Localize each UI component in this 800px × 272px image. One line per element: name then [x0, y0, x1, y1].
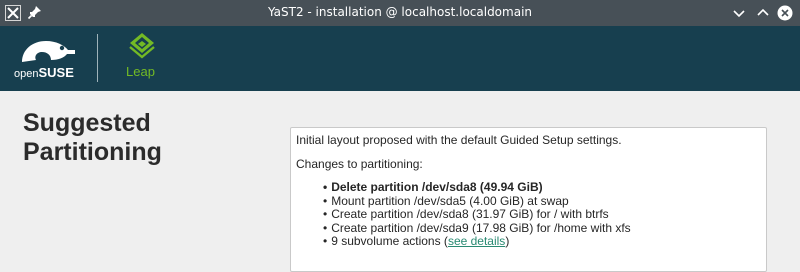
opensuse-name: SUSE — [38, 65, 74, 80]
changes-heading: Changes to partitioning: — [296, 157, 423, 171]
page-title-line2: Partitioning — [23, 138, 162, 166]
window-title: YaST2 - installation @ localhost.localdo… — [267, 5, 533, 19]
subvolume-text: 9 subvolume actions ( — [331, 234, 448, 248]
partitioning-summary: Initial layout proposed with the default… — [290, 127, 767, 272]
opensuse-logo: openSUSE — [14, 36, 84, 82]
leap-logo: Leap — [118, 32, 164, 84]
list-item: Delete partition /dev/sda8 (49.94 GiB) — [323, 180, 766, 195]
changes-list: Delete partition /dev/sda8 (49.94 GiB) M… — [323, 180, 766, 249]
leap-icon — [129, 33, 155, 59]
opensuse-wordmark: openSUSE — [14, 64, 74, 82]
chameleon-icon — [22, 41, 75, 62]
list-item: Create partition /dev/sda8 (31.97 GiB) f… — [323, 207, 766, 222]
list-item: 9 subvolume actions (see details) — [323, 234, 766, 249]
window-titlebar: YaST2 - installation @ localhost.localdo… — [0, 0, 800, 26]
see-details-link[interactable]: see details — [448, 234, 505, 248]
minimize-icon[interactable] — [731, 5, 747, 21]
page-title-line1: Suggested — [23, 109, 151, 137]
list-item: Mount partition /dev/sda5 (4.00 GiB) at … — [323, 194, 766, 209]
page-title: Suggested Partitioning — [23, 109, 243, 167]
summary-intro: Initial layout proposed with the default… — [296, 133, 622, 147]
close-icon[interactable] — [777, 5, 793, 21]
leap-label: Leap — [126, 64, 155, 79]
subvolume-text-end: ) — [505, 234, 510, 248]
list-item: Create partition /dev/sda9 (17.98 GiB) f… — [323, 221, 766, 236]
banner-divider — [97, 34, 98, 82]
installer-banner: openSUSE Leap — [0, 26, 800, 91]
opensuse-prefix: open — [14, 68, 39, 80]
maximize-icon[interactable] — [755, 5, 771, 21]
